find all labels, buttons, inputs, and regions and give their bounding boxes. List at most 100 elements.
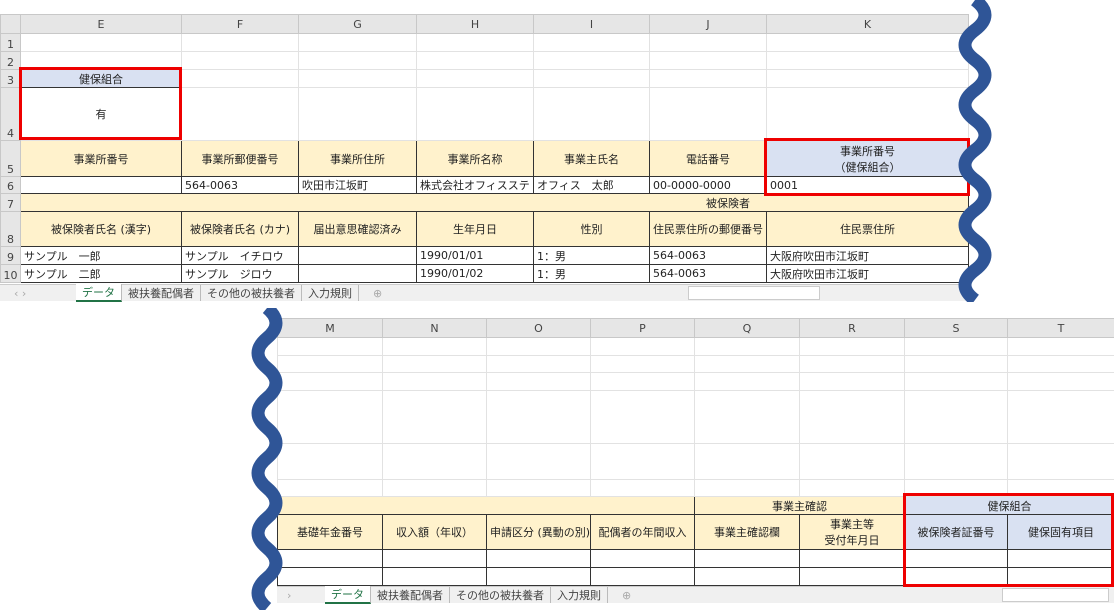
cell[interactable]: サンプル 二郎 bbox=[20, 264, 182, 283]
tab-other-dependents[interactable]: その他の被扶養者 bbox=[201, 285, 302, 301]
row-header[interactable]: 7 bbox=[0, 193, 21, 212]
column-header[interactable]: P bbox=[590, 318, 695, 338]
cell[interactable] bbox=[298, 264, 417, 283]
cell[interactable]: 1990/01/01 bbox=[416, 246, 534, 265]
header-cell[interactable]: 事業主確認欄 bbox=[694, 514, 800, 550]
header-cell[interactable]: 被保険者氏名 (カナ) bbox=[181, 211, 299, 247]
header-cell[interactable]: 基礎年金番号 bbox=[277, 514, 383, 550]
column-header[interactable]: I bbox=[533, 14, 650, 34]
cell[interactable]: 564-0063 bbox=[181, 176, 299, 194]
cell[interactable] bbox=[694, 549, 800, 568]
row-header[interactable]: 1 bbox=[0, 33, 21, 52]
row-header[interactable]: 8 bbox=[0, 211, 21, 247]
column-header[interactable]: T bbox=[1007, 318, 1114, 338]
cell[interactable]: 1：男 bbox=[533, 264, 650, 283]
kenpo-specific-header[interactable]: 健保固有項目 bbox=[1007, 514, 1114, 550]
column-header[interactable]: O bbox=[486, 318, 591, 338]
kenpo-group-header[interactable]: 健保組合 bbox=[904, 496, 1114, 515]
cell[interactable]: 大阪府吹田市江坂町 bbox=[766, 246, 969, 265]
column-header[interactable]: E bbox=[20, 14, 182, 34]
cell[interactable] bbox=[382, 549, 487, 568]
cell[interactable] bbox=[590, 549, 695, 568]
row-header[interactable]: 5 bbox=[0, 140, 21, 177]
add-sheet-icon[interactable]: ⊕ bbox=[373, 287, 382, 300]
row-header[interactable]: 10 bbox=[0, 264, 21, 283]
cell[interactable] bbox=[298, 246, 417, 265]
cell[interactable] bbox=[1007, 549, 1114, 568]
header-cell[interactable]: 事業所番号 bbox=[20, 140, 182, 177]
header-cell[interactable]: 事業所住所 bbox=[298, 140, 417, 177]
kenpo-value-cell[interactable]: 有 bbox=[20, 87, 182, 141]
column-header[interactable]: R bbox=[799, 318, 905, 338]
cell[interactable]: 株式会社オフィスステ bbox=[416, 176, 534, 194]
cell[interactable] bbox=[904, 549, 1008, 568]
cell[interactable] bbox=[277, 567, 383, 586]
employer-confirm-group[interactable]: 事業主確認 bbox=[694, 496, 905, 515]
cell[interactable]: 00-0000-0000 bbox=[649, 176, 767, 194]
row-header[interactable]: 2 bbox=[0, 51, 21, 70]
column-header[interactable]: H bbox=[416, 14, 534, 34]
select-all[interactable] bbox=[0, 14, 21, 34]
tab-spouse[interactable]: 被扶養配偶者 bbox=[371, 587, 450, 603]
cell[interactable] bbox=[1007, 567, 1114, 586]
row-header[interactable]: 3 bbox=[0, 69, 21, 88]
header-cell[interactable]: 生年月日 bbox=[416, 211, 534, 247]
column-header[interactable]: K bbox=[766, 14, 969, 34]
cell[interactable] bbox=[694, 567, 800, 586]
column-header[interactable]: G bbox=[298, 14, 417, 34]
header-cell[interactable]: 住民票住所の郵便番号 bbox=[649, 211, 767, 247]
office-number-kenpo-header[interactable]: 事業所番号 （健保組合） bbox=[766, 140, 969, 177]
header-cell[interactable]: 性別 bbox=[533, 211, 650, 247]
header-cell[interactable]: 収入額（年収） bbox=[382, 514, 487, 550]
cell[interactable] bbox=[590, 567, 695, 586]
cell[interactable] bbox=[799, 567, 905, 586]
cell[interactable]: 564-0063 bbox=[649, 264, 767, 283]
cell[interactable]: 1：男 bbox=[533, 246, 650, 265]
header-cell[interactable]: 電話番号 bbox=[649, 140, 767, 177]
horizontal-scrollbar[interactable] bbox=[1002, 588, 1109, 602]
group-header-blank[interactable] bbox=[277, 496, 695, 515]
header-cell[interactable]: 配偶者の年間収入 bbox=[590, 514, 695, 550]
cell[interactable] bbox=[799, 549, 905, 568]
tab-scroll-arrows[interactable]: ‹ › bbox=[0, 287, 76, 300]
tab-spouse[interactable]: 被扶養配偶者 bbox=[122, 285, 201, 301]
cell[interactable]: 大阪府吹田市江坂町 bbox=[766, 264, 969, 283]
received-date-header[interactable]: 事業主等 受付年月日 bbox=[799, 514, 905, 550]
column-header[interactable]: S bbox=[904, 318, 1008, 338]
column-header[interactable]: F bbox=[181, 14, 299, 34]
header-cell[interactable]: 届出意思確認済み bbox=[298, 211, 417, 247]
cell[interactable]: サンプル ジロウ bbox=[181, 264, 299, 283]
column-header[interactable]: N bbox=[382, 318, 487, 338]
cell[interactable] bbox=[486, 549, 591, 568]
cell[interactable] bbox=[382, 567, 487, 586]
tab-input-rules[interactable]: 入力規則 bbox=[551, 587, 608, 603]
tab-data[interactable]: データ bbox=[325, 586, 371, 604]
cell[interactable]: オフィス 太郎 bbox=[533, 176, 650, 194]
cell[interactable] bbox=[486, 567, 591, 586]
header-cell[interactable]: 住民票住所 bbox=[766, 211, 969, 247]
horizontal-scrollbar[interactable] bbox=[688, 286, 820, 300]
column-header[interactable]: J bbox=[649, 14, 767, 34]
header-cell[interactable]: 事業所郵便番号 bbox=[181, 140, 299, 177]
kenpo-header-cell[interactable]: 健保組合 bbox=[20, 69, 182, 88]
tab-input-rules[interactable]: 入力規則 bbox=[302, 285, 359, 301]
row-header[interactable]: 9 bbox=[0, 246, 21, 265]
cell[interactable]: サンプル イチロウ bbox=[181, 246, 299, 265]
insured-card-number-header[interactable]: 被保険者証番号 bbox=[904, 514, 1008, 550]
header-cell[interactable]: 申請区分 (異動の別) bbox=[486, 514, 591, 550]
tab-data[interactable]: データ bbox=[76, 284, 122, 302]
header-cell[interactable]: 事業主氏名 bbox=[533, 140, 650, 177]
column-header[interactable]: Q bbox=[694, 318, 800, 338]
cell[interactable] bbox=[277, 549, 383, 568]
cell[interactable]: 1990/01/02 bbox=[416, 264, 534, 283]
cell[interactable] bbox=[20, 176, 182, 194]
cell[interactable] bbox=[904, 567, 1008, 586]
insured-section-header[interactable]: 被保険者 bbox=[20, 193, 969, 212]
row-header[interactable]: 4 bbox=[0, 87, 21, 141]
tab-other-dependents[interactable]: その他の被扶養者 bbox=[450, 587, 551, 603]
cell[interactable]: 564-0063 bbox=[649, 246, 767, 265]
cell[interactable]: 0001 bbox=[766, 176, 969, 194]
column-header[interactable]: M bbox=[277, 318, 383, 338]
cell[interactable]: 吹田市江坂町 bbox=[298, 176, 417, 194]
row-header[interactable]: 6 bbox=[0, 176, 21, 194]
